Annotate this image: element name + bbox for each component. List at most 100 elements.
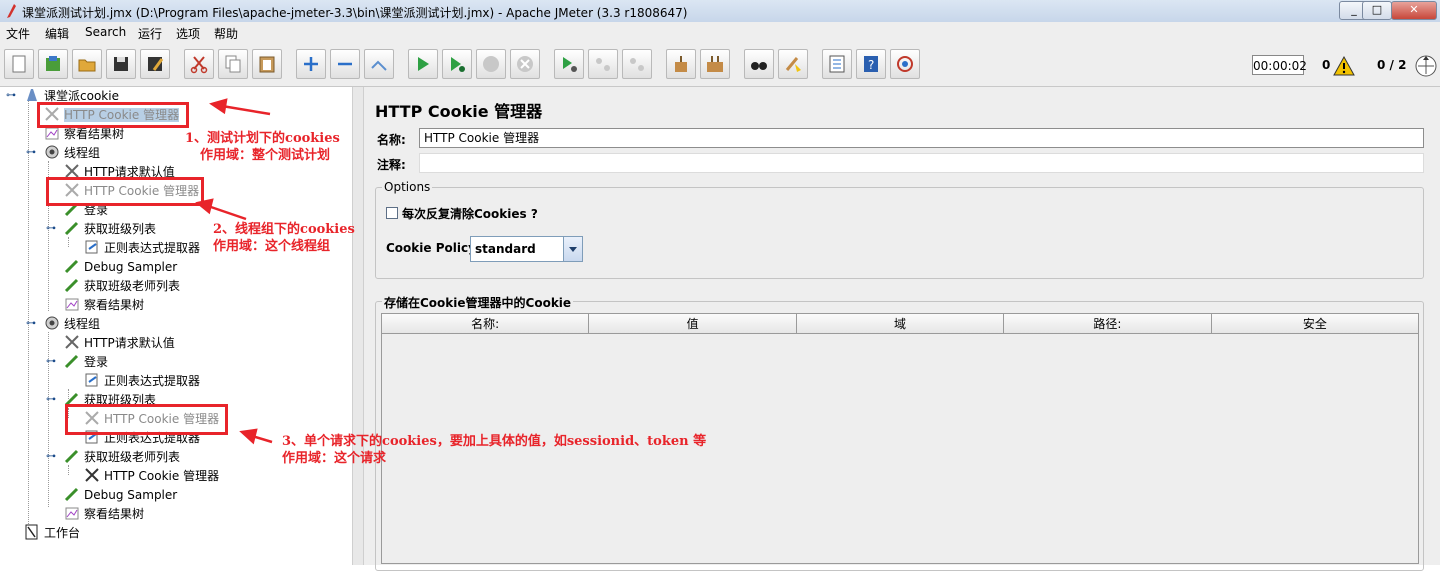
remote-start-button[interactable]	[554, 49, 584, 79]
tree-node-results-tree[interactable]: 察看结果树	[64, 296, 144, 315]
cut-button[interactable]	[184, 49, 214, 79]
column-name[interactable]: 名称:	[382, 314, 590, 334]
tree-node-workbench[interactable]: 工作台	[24, 524, 80, 543]
reset-search-button[interactable]	[778, 49, 808, 79]
window-title: 课堂派测试计划.jmx (D:\Program Files\apache-jme…	[22, 6, 688, 20]
save-icon	[114, 57, 128, 71]
stop-button[interactable]	[476, 49, 506, 79]
column-secure[interactable]: 安全	[1211, 314, 1419, 334]
tree-node-thread-group[interactable]: 线程组	[44, 144, 100, 163]
tree-node-results-tree[interactable]: 察看结果树	[64, 505, 144, 524]
remote-globe-icon[interactable]	[1414, 54, 1438, 78]
open-button[interactable]	[72, 49, 102, 79]
stop-icon	[483, 56, 499, 72]
collapse-toggle[interactable]: ⊶	[46, 451, 56, 462]
tree-node-login[interactable]: 登录	[64, 353, 108, 372]
column-path[interactable]: 路径:	[1004, 314, 1212, 334]
help-button[interactable]: ?	[856, 49, 886, 79]
annotation-line: 2、线程组下的cookies	[213, 222, 355, 237]
plus-icon	[304, 57, 318, 71]
thread-group-icon	[45, 316, 59, 330]
save-as-icon	[148, 57, 164, 71]
paste-icon	[259, 56, 275, 73]
log-viewer-button[interactable]	[890, 49, 920, 79]
title-bar: 课堂派测试计划.jmx (D:\Program Files\apache-jme…	[0, 0, 1440, 23]
remote-stop-button[interactable]	[588, 49, 618, 79]
tree-node-regex-extractor[interactable]: 正则表达式提取器	[84, 239, 200, 258]
start-button[interactable]	[408, 49, 438, 79]
annotation-line: 作用域：这个请求	[282, 451, 387, 466]
open-icon	[78, 59, 96, 72]
name-field[interactable]: HTTP Cookie 管理器	[419, 128, 1424, 148]
annotation-plan-scope: 1、测试计划下的cookies 作用域：整个测试计划	[185, 130, 340, 164]
function-helper-button[interactable]	[822, 49, 852, 79]
shutdown-button[interactable]	[510, 49, 540, 79]
menu-edit[interactable]: 编辑	[45, 25, 69, 42]
name-label: 名称:	[377, 133, 406, 147]
save-as-button[interactable]	[140, 49, 170, 79]
clear-cookies-checkbox[interactable]	[386, 207, 398, 219]
collapse-toggle[interactable]: ⊶	[26, 318, 36, 329]
collapse-toggle[interactable]: ⊶	[6, 90, 16, 101]
save-button[interactable]	[106, 49, 136, 79]
column-domain[interactable]: 域	[796, 314, 1005, 334]
collapse-toggle[interactable]: ⊶	[46, 356, 56, 367]
close-button[interactable]: ✕	[1391, 1, 1437, 20]
svg-text:?: ?	[868, 58, 874, 72]
copy-icon	[225, 55, 241, 73]
toggle-button[interactable]	[364, 49, 394, 79]
remote-exit-icon	[630, 58, 644, 71]
extractor-icon	[85, 240, 98, 254]
cut-icon	[190, 56, 208, 74]
maximize-button[interactable]: □	[1362, 1, 1392, 20]
paste-button[interactable]	[252, 49, 282, 79]
tree-node-thread-group[interactable]: 线程组	[44, 315, 100, 334]
collapse-toggle[interactable]: ⊶	[46, 394, 56, 405]
shutdown-icon	[517, 56, 533, 72]
results-tree-icon	[65, 298, 79, 311]
toggle-icon	[371, 60, 387, 71]
clear-cookies-label: 每次反复清除Cookies ?	[402, 207, 538, 221]
tree-node-get-teacher-list[interactable]: 获取班级老师列表	[64, 448, 180, 467]
tree-node-regex-extractor[interactable]: 正则表达式提取器	[84, 372, 200, 391]
menu-search[interactable]: Search	[85, 25, 126, 39]
tree-node-debug-sampler[interactable]: Debug Sampler	[64, 486, 177, 505]
collapse-toggle[interactable]: ⊶	[46, 223, 56, 234]
panel-splitter[interactable]	[352, 87, 364, 565]
expand-all-button[interactable]	[296, 49, 326, 79]
start-no-pause-button[interactable]	[442, 49, 472, 79]
clear-all-button[interactable]	[700, 49, 730, 79]
comment-field[interactable]	[419, 153, 1424, 173]
new-button[interactable]	[4, 49, 34, 79]
menu-file[interactable]: 文件	[6, 25, 30, 42]
toolbar: ?	[0, 44, 1440, 87]
menu-run[interactable]: 运行	[138, 25, 162, 42]
tree-node-cookie-manager[interactable]: HTTP Cookie 管理器	[84, 467, 219, 486]
warning-icon[interactable]	[1333, 56, 1355, 76]
table-header: 名称: 值 域 路径: 安全	[382, 314, 1419, 334]
broom-icon	[675, 56, 687, 72]
active-threads: 0 / 2	[1377, 58, 1407, 72]
tree-node-get-teacher-list[interactable]: 获取班级老师列表	[64, 277, 180, 296]
cookie-manager-icon	[85, 468, 99, 482]
remote-exit-button[interactable]	[622, 49, 652, 79]
tree-node-http-defaults[interactable]: HTTP请求默认值	[64, 334, 175, 353]
menu-options[interactable]: 选项	[176, 25, 200, 42]
search-button[interactable]	[744, 49, 774, 79]
annotation-line: 作用域：这个线程组	[213, 239, 331, 254]
minus-icon	[338, 62, 352, 66]
collapse-all-button[interactable]	[330, 49, 360, 79]
collapse-toggle[interactable]: ⊶	[26, 147, 36, 158]
copy-button[interactable]	[218, 49, 248, 79]
binoculars-icon	[751, 62, 767, 70]
cookie-policy-select[interactable]: standard	[470, 236, 583, 262]
clear-button[interactable]	[666, 49, 696, 79]
templates-button[interactable]	[38, 49, 68, 79]
cookie-manager-panel: HTTP Cookie 管理器 名称: HTTP Cookie 管理器 注释: …	[364, 87, 1440, 571]
column-value[interactable]: 值	[589, 314, 797, 334]
menu-help[interactable]: 帮助	[214, 25, 238, 42]
start-no-pause-icon	[451, 57, 465, 72]
tree-node-debug-sampler[interactable]: Debug Sampler	[64, 258, 177, 277]
annotation-line: 3、单个请求下的cookies，要加上具体的值，如sessionid、token…	[282, 434, 707, 449]
tree-node-get-class-list[interactable]: 获取班级列表	[64, 220, 156, 239]
